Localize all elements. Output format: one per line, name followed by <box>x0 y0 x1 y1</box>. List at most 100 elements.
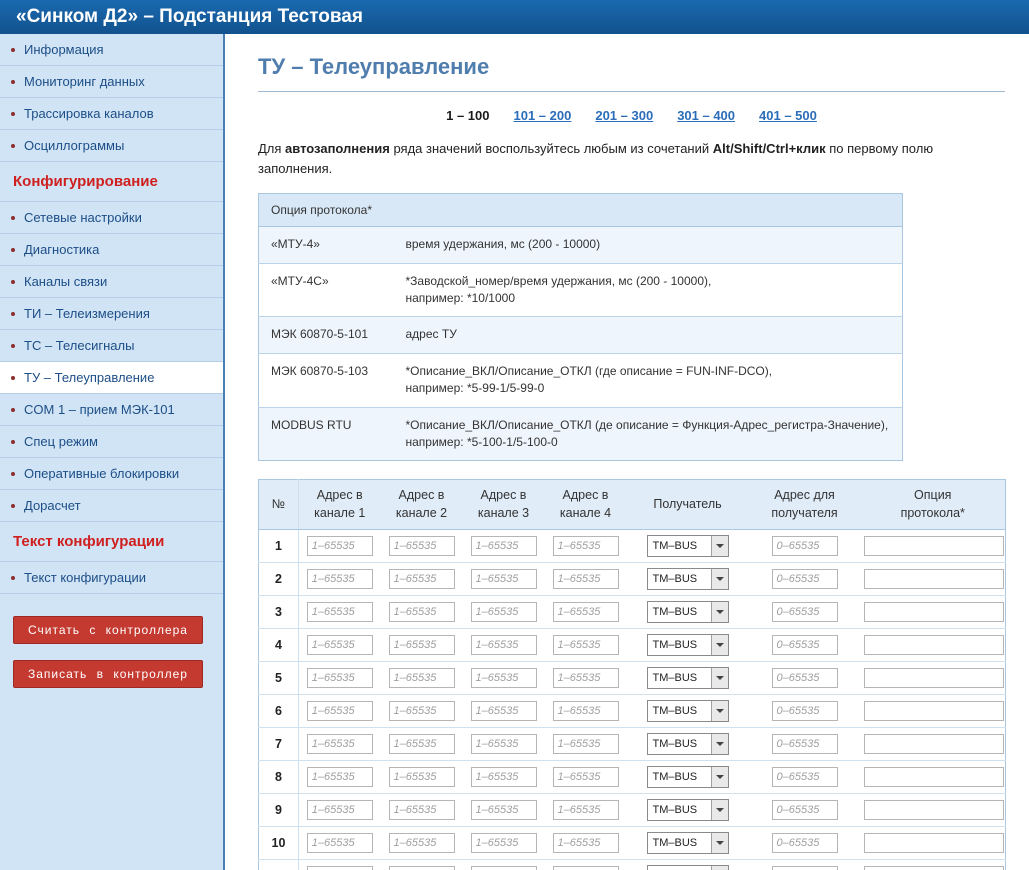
sidebar-item[interactable]: Каналы связи <box>0 266 223 298</box>
sidebar-item[interactable]: ТИ – Телеизмерения <box>0 298 223 330</box>
address-channel-3-input[interactable] <box>471 536 537 556</box>
address-channel-4-input[interactable] <box>553 734 619 754</box>
receiver-address-input[interactable] <box>772 833 838 853</box>
address-channel-4-input[interactable] <box>553 866 619 870</box>
receiver-address-input[interactable] <box>772 635 838 655</box>
write-to-controller-button[interactable]: Записать в контроллер <box>13 660 203 688</box>
address-channel-3-input[interactable] <box>471 701 537 721</box>
receiver-address-input[interactable] <box>772 602 838 622</box>
pagination-link[interactable]: 401 – 500 <box>759 108 817 123</box>
address-channel-4-input[interactable] <box>553 800 619 820</box>
address-channel-4-input[interactable] <box>553 833 619 853</box>
address-channel-1-input[interactable] <box>307 668 373 688</box>
address-channel-4-input[interactable] <box>553 668 619 688</box>
receiver-address-input[interactable] <box>772 734 838 754</box>
sidebar-item[interactable]: ТУ – Телеуправление <box>0 362 223 394</box>
address-channel-4-input[interactable] <box>553 767 619 787</box>
address-channel-4-input[interactable] <box>553 635 619 655</box>
read-from-controller-button[interactable]: Считать с контроллера <box>13 616 203 644</box>
receiver-address-input[interactable] <box>772 866 838 870</box>
address-channel-3-input[interactable] <box>471 767 537 787</box>
address-channel-3-input[interactable] <box>471 569 537 589</box>
address-channel-2-input[interactable] <box>389 701 455 721</box>
receiver-address-input[interactable] <box>772 536 838 556</box>
address-channel-2-input[interactable] <box>389 800 455 820</box>
address-channel-1-input[interactable] <box>307 536 373 556</box>
sidebar-item[interactable]: Трассировка каналов <box>0 98 223 130</box>
address-channel-2-input[interactable] <box>389 569 455 589</box>
receiver-select[interactable]: TM–BUS <box>647 799 729 821</box>
protocol-option-input[interactable] <box>864 536 1004 556</box>
receiver-select[interactable]: TM–BUS <box>647 865 729 870</box>
receiver-select[interactable]: TM–BUS <box>647 832 729 854</box>
protocol-option-input[interactable] <box>864 767 1004 787</box>
address-channel-3-input[interactable] <box>471 635 537 655</box>
address-channel-1-input[interactable] <box>307 701 373 721</box>
address-channel-3-input[interactable] <box>471 734 537 754</box>
receiver-select[interactable]: TM–BUS <box>647 568 729 590</box>
address-channel-1-input[interactable] <box>307 569 373 589</box>
sidebar-item[interactable]: Оперативные блокировки <box>0 458 223 490</box>
receiver-address-input[interactable] <box>772 701 838 721</box>
protocol-option-input[interactable] <box>864 569 1004 589</box>
sidebar-item[interactable]: Диагностика <box>0 234 223 266</box>
sidebar-item[interactable]: Сетевые настройки <box>0 202 223 234</box>
address-channel-1-input[interactable] <box>307 734 373 754</box>
address-channel-1-input[interactable] <box>307 866 373 870</box>
address-channel-2-input[interactable] <box>389 668 455 688</box>
address-channel-2-input[interactable] <box>389 536 455 556</box>
protocol-option-input[interactable] <box>864 833 1004 853</box>
address-channel-1-input[interactable] <box>307 800 373 820</box>
address-channel-4-input[interactable] <box>553 569 619 589</box>
address-channel-2-input[interactable] <box>389 734 455 754</box>
receiver-select[interactable]: TM–BUS <box>647 766 729 788</box>
sidebar-item[interactable]: Спец режим <box>0 426 223 458</box>
address-channel-3-input[interactable] <box>471 833 537 853</box>
sidebar-item[interactable]: COM 1 – прием МЭК-101 <box>0 394 223 426</box>
address-channel-1-input[interactable] <box>307 635 373 655</box>
sidebar-item[interactable]: Мониторинг данных <box>0 66 223 98</box>
sidebar-item[interactable]: Дорасчет <box>0 490 223 522</box>
pagination-link[interactable]: 301 – 400 <box>677 108 735 123</box>
receiver-select[interactable]: TM–BUS <box>647 634 729 656</box>
receiver-address-input[interactable] <box>772 767 838 787</box>
protocol-option-input[interactable] <box>864 701 1004 721</box>
address-channel-3-input[interactable] <box>471 602 537 622</box>
protocol-option-input[interactable] <box>864 734 1004 754</box>
receiver-address-input[interactable] <box>772 569 838 589</box>
address-channel-2-input[interactable] <box>389 866 455 870</box>
protocol-option-input[interactable] <box>864 668 1004 688</box>
address-channel-3-input[interactable] <box>471 866 537 870</box>
sidebar-item[interactable]: Информация <box>0 34 223 66</box>
address-channel-4-input[interactable] <box>553 536 619 556</box>
pagination-current[interactable]: 1 – 100 <box>446 108 489 123</box>
address-channel-4-input[interactable] <box>553 701 619 721</box>
pagination-link[interactable]: 201 – 300 <box>595 108 653 123</box>
sidebar-item-label: Сетевые настройки <box>24 210 142 225</box>
protocol-option-input[interactable] <box>864 800 1004 820</box>
address-channel-2-input[interactable] <box>389 767 455 787</box>
address-channel-3-input[interactable] <box>471 800 537 820</box>
sidebar-item[interactable]: Текст конфигурации <box>0 562 223 594</box>
sidebar-item[interactable]: Осциллограммы <box>0 130 223 162</box>
receiver-select[interactable]: TM–BUS <box>647 667 729 689</box>
receiver-select[interactable]: TM–BUS <box>647 535 729 557</box>
address-channel-3-input[interactable] <box>471 668 537 688</box>
sidebar-item[interactable]: ТС – Телесигналы <box>0 330 223 362</box>
receiver-address-input[interactable] <box>772 668 838 688</box>
address-channel-2-input[interactable] <box>389 635 455 655</box>
protocol-option-input[interactable] <box>864 635 1004 655</box>
address-channel-2-input[interactable] <box>389 833 455 853</box>
address-channel-1-input[interactable] <box>307 833 373 853</box>
address-channel-1-input[interactable] <box>307 602 373 622</box>
protocol-option-input[interactable] <box>864 866 1004 870</box>
protocol-option-input[interactable] <box>864 602 1004 622</box>
receiver-address-input[interactable] <box>772 800 838 820</box>
pagination-link[interactable]: 101 – 200 <box>514 108 572 123</box>
address-channel-4-input[interactable] <box>553 602 619 622</box>
receiver-select[interactable]: TM–BUS <box>647 733 729 755</box>
receiver-select[interactable]: TM–BUS <box>647 700 729 722</box>
address-channel-1-input[interactable] <box>307 767 373 787</box>
address-channel-2-input[interactable] <box>389 602 455 622</box>
receiver-select[interactable]: TM–BUS <box>647 601 729 623</box>
